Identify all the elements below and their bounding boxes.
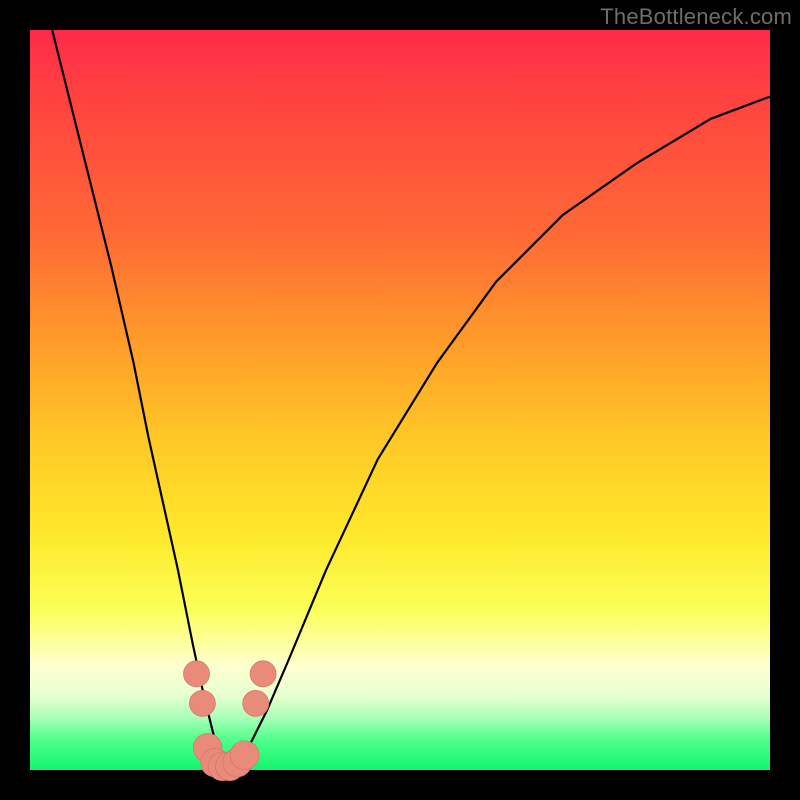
bottleneck-curve: [52, 30, 770, 770]
chart-svg: [30, 30, 770, 770]
curve-marker: [243, 690, 269, 716]
chart-frame: [30, 30, 770, 770]
watermark-text: TheBottleneck.com: [600, 4, 792, 30]
curve-marker: [250, 661, 276, 687]
curve-marker: [189, 690, 215, 716]
curve-marker: [230, 741, 259, 770]
curve-marker: [184, 661, 210, 687]
